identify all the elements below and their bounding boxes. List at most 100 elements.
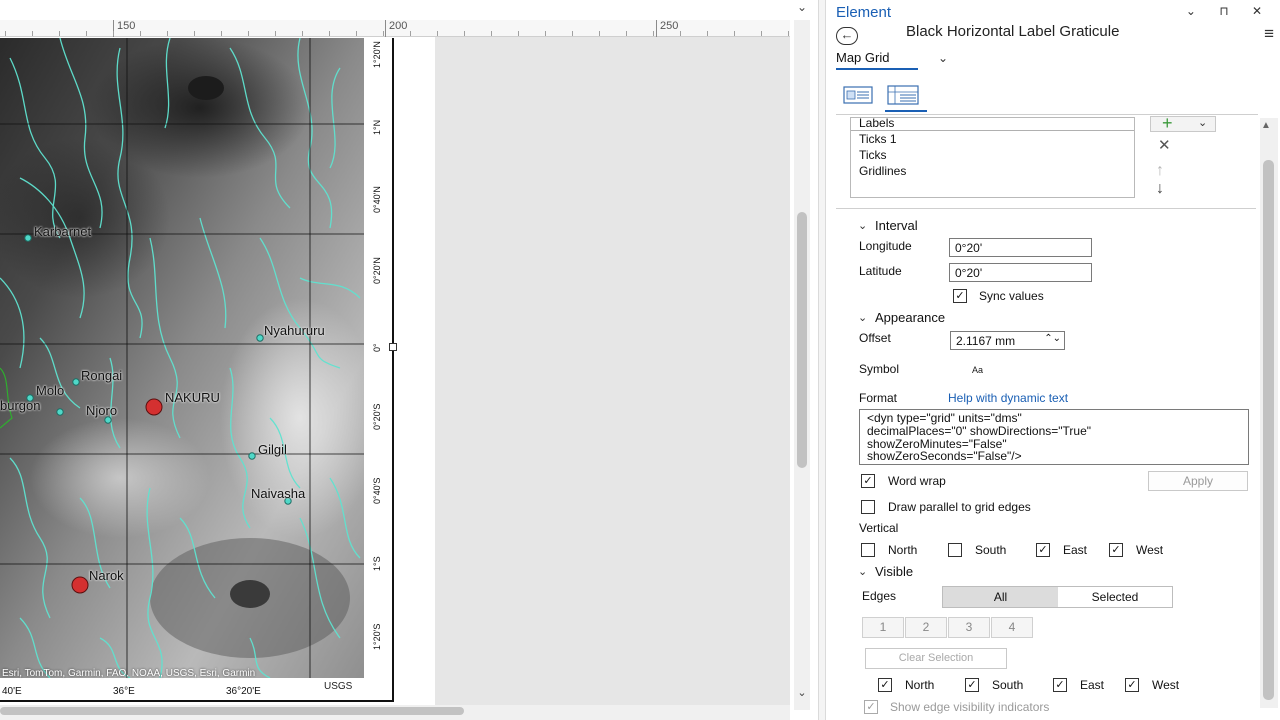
scroll-up-arrow-icon[interactable]: ▲ — [1261, 120, 1271, 131]
hamburger-menu-icon[interactable]: ≡ — [1264, 24, 1274, 44]
parallel-label: Draw parallel to grid edges — [888, 500, 1031, 514]
vertical-north-checkbox[interactable] — [861, 543, 875, 557]
list-item-ticks[interactable]: Ticks — [859, 148, 887, 162]
list-item-ticks-1[interactable]: Ticks 1 — [859, 132, 897, 146]
segment-all[interactable]: All — [943, 587, 1058, 607]
edge-4-button[interactable]: 4 — [991, 617, 1033, 638]
ruler-minor-tick — [167, 31, 168, 36]
edge-south-checkbox[interactable]: ✓ — [965, 678, 979, 692]
element-name: Black Horizontal Label Graticule — [906, 23, 1120, 40]
selection-handle[interactable] — [389, 343, 397, 351]
pane-separator — [836, 114, 1258, 115]
layout-canvas-background — [435, 37, 790, 705]
spinner-arrows-icon[interactable]: ⌃⌄ — [1044, 333, 1061, 344]
chevron-down-icon[interactable]: ⌄ — [858, 219, 867, 232]
edges-label: Edges — [862, 589, 897, 603]
ruler-minor-tick — [329, 31, 330, 36]
section-appearance-heading[interactable]: Appearance — [875, 310, 945, 325]
clear-selection-button[interactable]: Clear Selection — [865, 648, 1007, 669]
ruler-minor-tick — [626, 31, 627, 36]
tab-grid-properties-icon[interactable] — [886, 83, 920, 107]
back-arrow-icon[interactable]: ← — [836, 27, 858, 45]
plus-icon[interactable]: + — [1162, 113, 1173, 134]
symbol-label: Symbol — [859, 362, 900, 376]
format-textarea[interactable]: <dyn type="grid" units="dms" decimalPlac… — [859, 409, 1249, 465]
city-label: Molo — [36, 383, 65, 398]
ruler-minor-tick — [437, 31, 438, 36]
lat-label: 0°20'S — [372, 403, 382, 430]
edge-number-buttons: 1 2 3 4 — [862, 617, 1036, 639]
chevron-down-icon[interactable]: ⌄ — [1198, 116, 1207, 129]
move-up-arrow-icon[interactable]: ↑ — [1156, 162, 1164, 180]
edge-west-checkbox[interactable]: ✓ — [1125, 678, 1139, 692]
apply-button[interactable]: Apply — [1148, 471, 1248, 491]
latitude-input[interactable] — [949, 263, 1092, 282]
layout-view[interactable]: ⌄ 150 200 250 1°20'N 1°N 0°40'N 0°20'N 0… — [0, 0, 818, 720]
parallel-checkbox[interactable] — [861, 500, 875, 514]
chevron-down-icon[interactable]: ⌄ — [794, 0, 810, 18]
section-visible-heading[interactable]: Visible — [875, 564, 913, 579]
segment-selected[interactable]: Selected — [1058, 587, 1172, 607]
vertical-east-label: East — [1063, 543, 1088, 557]
lat-label: 0°40'S — [372, 477, 382, 504]
ruler-minor-tick — [518, 31, 519, 36]
ruler-minor-tick — [788, 31, 789, 36]
pane-scroll-thumb[interactable] — [1263, 160, 1274, 700]
help-dynamic-text-link[interactable]: Help with dynamic text — [948, 391, 1068, 405]
ruler-minor-tick — [194, 31, 195, 36]
chevron-down-icon[interactable]: ⌄ — [858, 565, 867, 578]
offset-spinner[interactable]: 2.1167 mm ⌃⌄ — [950, 331, 1065, 350]
ruler-minor-tick — [356, 31, 357, 36]
list-item-labels[interactable]: Labels — [859, 116, 894, 130]
move-down-arrow-icon[interactable]: ↓ — [1156, 180, 1164, 198]
show-indicators-checkbox[interactable]: ✓ — [864, 700, 878, 714]
vertical-west-checkbox[interactable]: ✓ — [1109, 543, 1123, 557]
longitude-label: Longitude — [859, 239, 912, 253]
map-frame-border-bottom — [0, 700, 394, 702]
vertical-west-label: West — [1136, 543, 1164, 557]
city-label: Narok — [89, 568, 124, 583]
lat-label: 1°N — [372, 119, 382, 135]
chevron-down-icon[interactable]: ⌄ — [794, 686, 810, 702]
city-label: Naivasha — [251, 486, 306, 501]
lon-label: 36°E — [113, 686, 135, 697]
layout-horizontal-scroll-thumb[interactable] — [0, 707, 464, 715]
edge-west-label: West — [1152, 678, 1180, 692]
section-interval-heading[interactable]: Interval — [875, 218, 918, 233]
section-separator — [836, 208, 1256, 209]
sync-values-checkbox[interactable]: ✓ — [953, 289, 967, 303]
word-wrap-checkbox[interactable]: ✓ — [861, 474, 875, 488]
vertical-south-checkbox[interactable] — [948, 543, 962, 557]
edge-2-button[interactable]: 2 — [905, 617, 947, 638]
tab-options-icon[interactable] — [842, 83, 876, 107]
ruler-minor-tick — [410, 31, 411, 36]
active-tab-indicator — [885, 110, 927, 112]
pane-window-buttons[interactable]: ⌄ ⊓ ✕ — [1186, 4, 1272, 18]
lat-label: 0° — [372, 343, 382, 352]
horizontal-ruler: 150 200 250 — [0, 20, 790, 37]
edge-3-button[interactable]: 3 — [948, 617, 990, 638]
ruler-minor-tick — [302, 31, 303, 36]
edges-segmented-control[interactable]: All Selected — [942, 586, 1173, 608]
ruler-minor-tick — [113, 31, 114, 36]
map-frame[interactable] — [0, 38, 364, 678]
ruler-minor-tick — [734, 31, 735, 36]
remove-x-icon[interactable]: ✕ — [1158, 136, 1171, 154]
pane-splitter[interactable] — [818, 0, 826, 720]
longitude-input[interactable] — [949, 238, 1092, 257]
city-label: Karbarnet — [34, 224, 92, 239]
vertical-east-checkbox[interactable]: ✓ — [1036, 543, 1050, 557]
chevron-down-icon[interactable]: ⌄ — [938, 51, 948, 65]
lat-label: 0°20'N — [372, 257, 382, 284]
capital-city-marker — [145, 398, 163, 416]
layout-vertical-scroll-thumb[interactable] — [797, 212, 807, 468]
edge-1-button[interactable]: 1 — [862, 617, 904, 638]
edge-east-checkbox[interactable]: ✓ — [1053, 678, 1067, 692]
symbol-preview[interactable]: Aa — [972, 365, 983, 375]
element-type-dropdown[interactable]: Map Grid — [836, 50, 889, 65]
edge-north-checkbox[interactable]: ✓ — [878, 678, 892, 692]
chevron-down-icon[interactable]: ⌄ — [858, 311, 867, 324]
ruler-minor-tick — [59, 31, 60, 36]
grid-components-list[interactable]: Labels Ticks 1 Ticks Gridlines — [850, 116, 1135, 198]
list-item-gridlines[interactable]: Gridlines — [859, 164, 906, 178]
